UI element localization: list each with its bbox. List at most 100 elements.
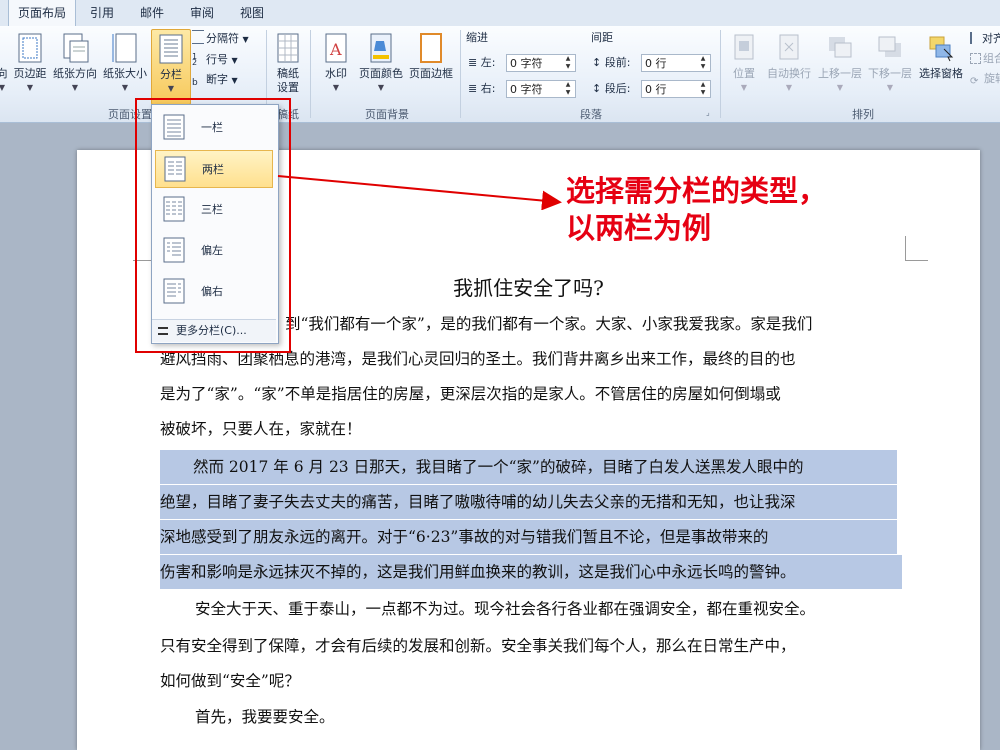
selection-pane-label: 选择窗格 — [919, 67, 963, 80]
tab-view[interactable]: 视图 — [230, 0, 274, 26]
two-columns-icon — [164, 156, 186, 182]
page-color-button[interactable]: 页面颜色 ▼ — [356, 29, 406, 103]
spin-arrows-icon[interactable]: ▲ ▼ — [698, 81, 708, 97]
watermark-button[interactable]: A 水印 ▼ — [318, 29, 354, 103]
spacing-before-text: 段前: — [604, 56, 631, 69]
orientation-button[interactable]: 纸张方向 ▼ — [50, 29, 100, 103]
margins-button[interactable]: 页边距 ▼ — [12, 29, 48, 103]
spin-arrows-icon[interactable]: ▲ ▼ — [563, 81, 573, 97]
more-columns-label: 更多分栏(C)... — [176, 324, 247, 337]
columns-label: 分栏 — [160, 68, 182, 81]
rotate-label: 旋转 — [984, 72, 1000, 85]
chevron-down-icon: ▼ — [71, 83, 79, 92]
tab-page-layout[interactable]: 页面布局 — [8, 0, 76, 27]
annotation-arrow — [277, 175, 562, 210]
indent-left-label: ≣ 左: — [468, 53, 495, 73]
columns-option-two[interactable]: 两栏 — [155, 150, 273, 188]
line-numbers-button[interactable]: 1 2 行号 ▼ — [192, 51, 238, 69]
selected-line[interactable]: 然而 2017 年 6 月 23 日那天，我目睹了一个“家”的破碎，目睹了白发人… — [160, 450, 897, 484]
orientation-label: 纸张方向 — [53, 67, 97, 80]
hyphenation-button[interactable]: b 断字 ▼ — [192, 71, 238, 89]
spacing-after-text: 段后: — [604, 82, 631, 95]
wrap-text-button[interactable]: 自动换行 ▼ — [764, 29, 814, 103]
chevron-down-icon: ▼ — [231, 76, 238, 85]
document-line[interactable]: 只有安全得到了保障，才会有后续的发展和创新。安全事关我们每个人，那么在日常生产中… — [160, 629, 796, 663]
margins-label: 页边距 — [13, 67, 47, 80]
selected-line[interactable]: 深地感受到了朋友永远的离开。对于“6·23”事故的对与错我们暂且不论，但是事故带… — [160, 520, 897, 554]
ribbon-tab-bar: 页面布局 引用 邮件 审阅 视图 — [0, 0, 1000, 27]
columns-option-three[interactable]: 三栏 — [155, 191, 273, 229]
align-icon — [970, 32, 980, 44]
document-line[interactable]: 被破坏，只要人在，家就在！ — [160, 412, 362, 446]
document-line[interactable]: 到“我们都有一个家”，是的我们都有一个家。大家、小家我爱我家。家是我们 — [285, 307, 812, 341]
page-borders-button[interactable]: 页面边框 — [406, 29, 456, 103]
selected-line[interactable]: 绝望，目睹了妻子失去丈夫的痛苦，目睹了嗷嗷待哺的幼儿失去父亲的无措和无知，也让我… — [160, 485, 897, 519]
chevron-down-icon: ▼ — [377, 83, 385, 92]
indent-right-input[interactable]: 0 字符 ▲ ▼ — [506, 80, 576, 98]
spacing-before-input[interactable]: 0 行 ▲ ▼ — [641, 54, 711, 72]
watermark-label: 水印 — [325, 67, 347, 80]
dialog-launcher-icon[interactable]: ⌟ — [706, 108, 710, 117]
align-label: 对齐 — [982, 32, 1000, 45]
columns-option-left[interactable]: 偏左 — [155, 232, 273, 270]
columns-button[interactable]: 分栏 ▼ — [151, 29, 191, 105]
selected-line[interactable]: 伤害和影响是永远抹灭不掉的，这是我们用鲜血换来的教训，这是我们心中永远长鸣的警钟… — [160, 555, 902, 589]
ribbon: 向 ▼ 页边距 ▼ 纸张方向 ▼ 纸张大小 ▼ 分栏 ▼ 分隔符 ▼ 1 2 行号 … — [0, 26, 1000, 123]
align-button[interactable]: 对齐 — [970, 30, 1000, 48]
bring-forward-icon — [829, 37, 852, 58]
tab-review[interactable]: 审阅 — [180, 0, 224, 26]
breaks-button[interactable]: 分隔符 ▼ — [192, 30, 249, 48]
paragraph-group-label: 段落 — [580, 108, 602, 121]
paper-size-button[interactable]: 纸张大小 ▼ — [101, 29, 149, 103]
spacing-before-label: ↕ 段前: — [592, 53, 630, 73]
page-borders-icon — [420, 33, 442, 63]
paper-size-icon — [112, 33, 137, 63]
tab-mailings[interactable]: 邮件 — [130, 0, 174, 26]
manuscript-settings-button[interactable]: 稿纸 设置 — [270, 29, 306, 103]
document-line[interactable]: 如何做到“安全”呢？ — [160, 664, 300, 698]
spin-arrows-icon[interactable]: ▲ ▼ — [563, 55, 573, 71]
chevron-down-icon: ▼ — [0, 83, 6, 92]
tab-references[interactable]: 引用 — [80, 0, 124, 26]
annotation-line: 选择需分栏的类型， — [566, 174, 828, 208]
spacing-title: 间距 — [591, 31, 613, 44]
document-line[interactable]: 是为了“家”。“家”不单是指居住的房屋，更深层次指的是家人。不管居住的房屋如何倒… — [160, 377, 781, 411]
document-line[interactable]: 避风挡雨、团聚栖息的港湾，是我们心灵回归的圣土。我们背井离乡出来工作，最终的目的… — [160, 342, 796, 376]
breaks-label: 分隔符 — [206, 32, 239, 45]
chevron-down-icon: ▼ — [332, 83, 340, 92]
three-columns-icon — [163, 196, 185, 222]
svg-text:A: A — [329, 40, 342, 59]
selection-pane-button[interactable]: 选择窗格 — [915, 29, 967, 103]
manuscript-label-line2: 设置 — [277, 81, 299, 94]
indent-right-value: 0 字符 — [510, 83, 543, 96]
spacing-after-label: ↕ 段后: — [592, 79, 630, 99]
columns-option-label: 偏左 — [201, 244, 223, 257]
hyphenation-label: 断字 — [206, 73, 228, 86]
rotate-button[interactable]: ⟳ 旋转 — [970, 70, 1000, 88]
position-label: 位置 — [733, 67, 755, 80]
document-line[interactable]: 安全大于天、重于泰山，一点都不为过。现今社会各行各业都在强调安全，都在重视安全。 — [195, 592, 815, 626]
page-background-group-label: 页面背景 — [365, 108, 409, 121]
columns-option-one[interactable]: 一栏 — [155, 109, 273, 147]
text-direction-button[interactable]: 向 ▼ — [0, 29, 12, 103]
right-column-icon — [163, 278, 185, 304]
text-direction-label: 向 — [0, 67, 8, 80]
hyphenation-icon: b — [192, 78, 198, 88]
spin-arrows-icon[interactable]: ▲ ▼ — [698, 55, 708, 71]
more-columns-menu-item[interactable]: 更多分栏(C)... — [152, 319, 276, 342]
chevron-down-icon: ▼ — [785, 83, 793, 92]
chevron-down-icon: ▼ — [836, 83, 844, 92]
columns-option-label: 两栏 — [202, 163, 224, 176]
group-icon — [970, 53, 981, 64]
spacing-before-value: 0 行 — [645, 57, 667, 70]
bring-forward-button[interactable]: 上移一层 ▼ — [815, 29, 865, 103]
bring-forward-label: 上移一层 — [818, 67, 862, 80]
columns-option-right[interactable]: 偏右 — [155, 273, 273, 311]
group-divider — [720, 30, 721, 118]
indent-left-input[interactable]: 0 字符 ▲ ▼ — [506, 54, 576, 72]
send-backward-button[interactable]: 下移一层 ▼ — [865, 29, 915, 103]
position-button[interactable]: 位置 ▼ — [726, 29, 762, 103]
spacing-after-input[interactable]: 0 行 ▲ ▼ — [641, 80, 711, 98]
chevron-down-icon: ▼ — [121, 83, 129, 92]
group-button[interactable]: 组合 — [970, 50, 1000, 68]
